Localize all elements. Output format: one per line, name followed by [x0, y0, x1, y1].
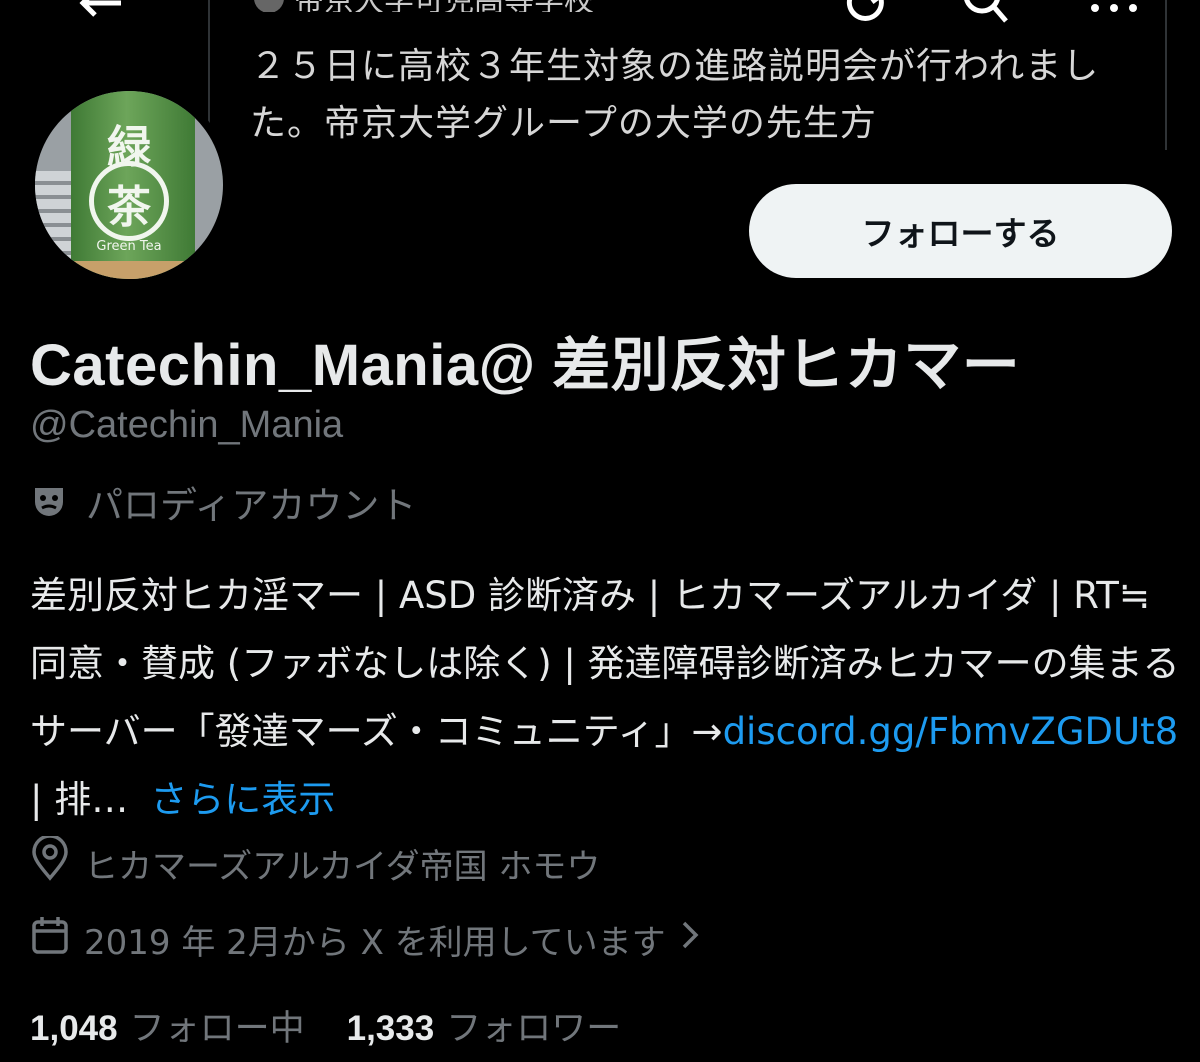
profile-bio: 差別反対ヒカ淫マー | ASD 診断済み | ヒカマーズアルカイダ | RT≒同… [30, 562, 1180, 834]
banner-tweet-text: ２５日に高校３年生対象の進路説明会が行われました。帝京大学グループの大学の先生方 [250, 46, 1100, 144]
profile-avatar[interactable]: 緑 茶 Green Tea [27, 83, 231, 287]
joined-row[interactable]: 2019 年 2月から X を利用しています [30, 914, 702, 965]
banner-tweet-card: 帝京大学可児高等学校 ２５日に高校３年生対象の進路説明会が行われました。帝京大学… [208, 0, 1167, 150]
following-count: 1,048 [30, 1009, 118, 1048]
banner-author-name: 帝京大学可児高等学校 [294, 0, 594, 12]
bio-link[interactable]: discord.gg/FbmvZGDUt8 [723, 710, 1179, 753]
banner-tweet-author: 帝京大学可児高等学校 [254, 0, 1014, 12]
follow-stats: 1,048 フォロー中 1,333 フォロワー [30, 1000, 621, 1051]
search-icon[interactable] [958, 0, 1014, 30]
banner-author-avatar [254, 0, 284, 12]
following-stat[interactable]: 1,048 フォロー中 [30, 1000, 305, 1051]
location-text: ヒカマーズアルカイダ帝国 ホモウ [84, 847, 601, 887]
back-arrow-icon[interactable] [72, 0, 128, 30]
bio-tail: | 排… [30, 778, 129, 821]
more-icon[interactable] [1086, 0, 1142, 30]
user-handle: @Catechin_Mania [30, 404, 344, 446]
location-pin-icon [30, 834, 70, 891]
chevron-right-icon [680, 917, 702, 962]
following-label: フォロー中 [129, 1009, 305, 1049]
calendar-icon [30, 914, 70, 965]
avatar-label: Green Tea [96, 239, 162, 254]
avatar-image: 緑 茶 Green Tea [35, 91, 223, 279]
followers-label: フォロワー [446, 1009, 622, 1049]
joined-text: 2019 年 2月から X を利用しています [84, 923, 666, 963]
parody-label: パロディアカウント [86, 484, 417, 527]
refresh-icon[interactable] [838, 0, 894, 30]
theater-mask-icon [30, 483, 68, 521]
follow-button[interactable]: フォローする [749, 184, 1172, 278]
show-more-link[interactable]: さらに表示 [150, 778, 335, 821]
display-name: Catechin_Mania@ 差別反対ヒカマー [30, 333, 1021, 398]
avatar-kanji-center: 茶 [107, 182, 151, 233]
parody-label-row: パロディアカウント [30, 475, 416, 529]
followers-stat[interactable]: 1,333 フォロワー [347, 1000, 622, 1051]
followers-count: 1,333 [346, 1009, 435, 1048]
location-row: ヒカマーズアルカイダ帝国 ホモウ [30, 834, 601, 891]
